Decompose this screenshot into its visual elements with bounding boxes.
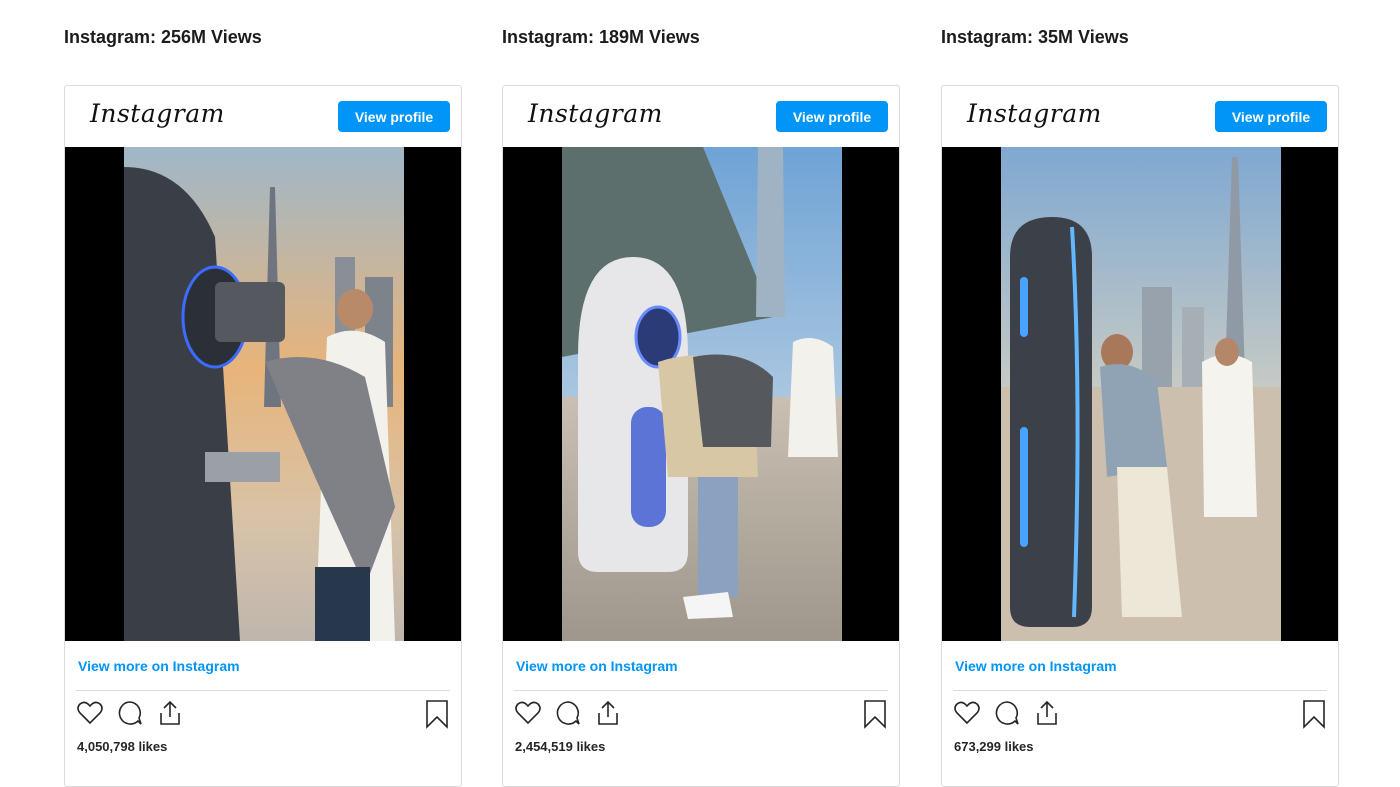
action-bar bbox=[953, 699, 1327, 731]
video-thumbnail[interactable] bbox=[65, 147, 461, 641]
instagram-logo[interactable]: Instagram bbox=[90, 99, 225, 128]
likes-count[interactable]: 4,050,798 likes bbox=[77, 739, 167, 754]
share-icon[interactable] bbox=[156, 699, 184, 727]
heart-icon[interactable] bbox=[76, 699, 104, 727]
instagram-embed-card: Instagram View profile View more on Inst… bbox=[64, 85, 462, 787]
action-bar bbox=[514, 699, 888, 731]
heart-icon[interactable] bbox=[514, 699, 542, 727]
comment-icon[interactable] bbox=[554, 699, 582, 727]
embed-header: Instagram View profile bbox=[65, 86, 461, 147]
action-bar bbox=[76, 699, 450, 731]
view-profile-button[interactable]: View profile bbox=[776, 101, 888, 132]
comment-icon[interactable] bbox=[993, 699, 1021, 727]
bookmark-icon[interactable] bbox=[862, 699, 888, 729]
instagram-embed-card: Instagram View profile View more on Inst… bbox=[502, 85, 900, 787]
instagram-logo[interactable]: Instagram bbox=[528, 99, 663, 128]
views-heading: Instagram: 189M Views bbox=[502, 27, 700, 47]
bookmark-icon[interactable] bbox=[424, 699, 450, 729]
likes-count[interactable]: 673,299 likes bbox=[954, 739, 1034, 754]
bookmark-icon[interactable] bbox=[1301, 699, 1327, 729]
instagram-embed-card: Instagram View profile View more on Inst… bbox=[941, 85, 1339, 787]
view-more-link[interactable]: View more on Instagram bbox=[78, 658, 240, 674]
heart-icon[interactable] bbox=[953, 699, 981, 727]
video-thumbnail[interactable] bbox=[942, 147, 1338, 641]
view-profile-button[interactable]: View profile bbox=[338, 101, 450, 132]
divider bbox=[76, 690, 450, 691]
divider bbox=[953, 690, 1327, 691]
view-more-link[interactable]: View more on Instagram bbox=[516, 658, 678, 674]
instagram-logo[interactable]: Instagram bbox=[967, 99, 1102, 128]
share-icon[interactable] bbox=[1033, 699, 1061, 727]
share-icon[interactable] bbox=[594, 699, 622, 727]
video-thumbnail[interactable] bbox=[503, 147, 899, 641]
view-more-link[interactable]: View more on Instagram bbox=[955, 658, 1117, 674]
likes-count[interactable]: 2,454,519 likes bbox=[515, 739, 605, 754]
embed-header: Instagram View profile bbox=[942, 86, 1338, 147]
divider bbox=[514, 690, 888, 691]
views-heading: Instagram: 35M Views bbox=[941, 27, 1129, 47]
embed-header: Instagram View profile bbox=[503, 86, 899, 147]
view-profile-button[interactable]: View profile bbox=[1215, 101, 1327, 132]
views-heading: Instagram: 256M Views bbox=[64, 27, 262, 47]
comment-icon[interactable] bbox=[116, 699, 144, 727]
